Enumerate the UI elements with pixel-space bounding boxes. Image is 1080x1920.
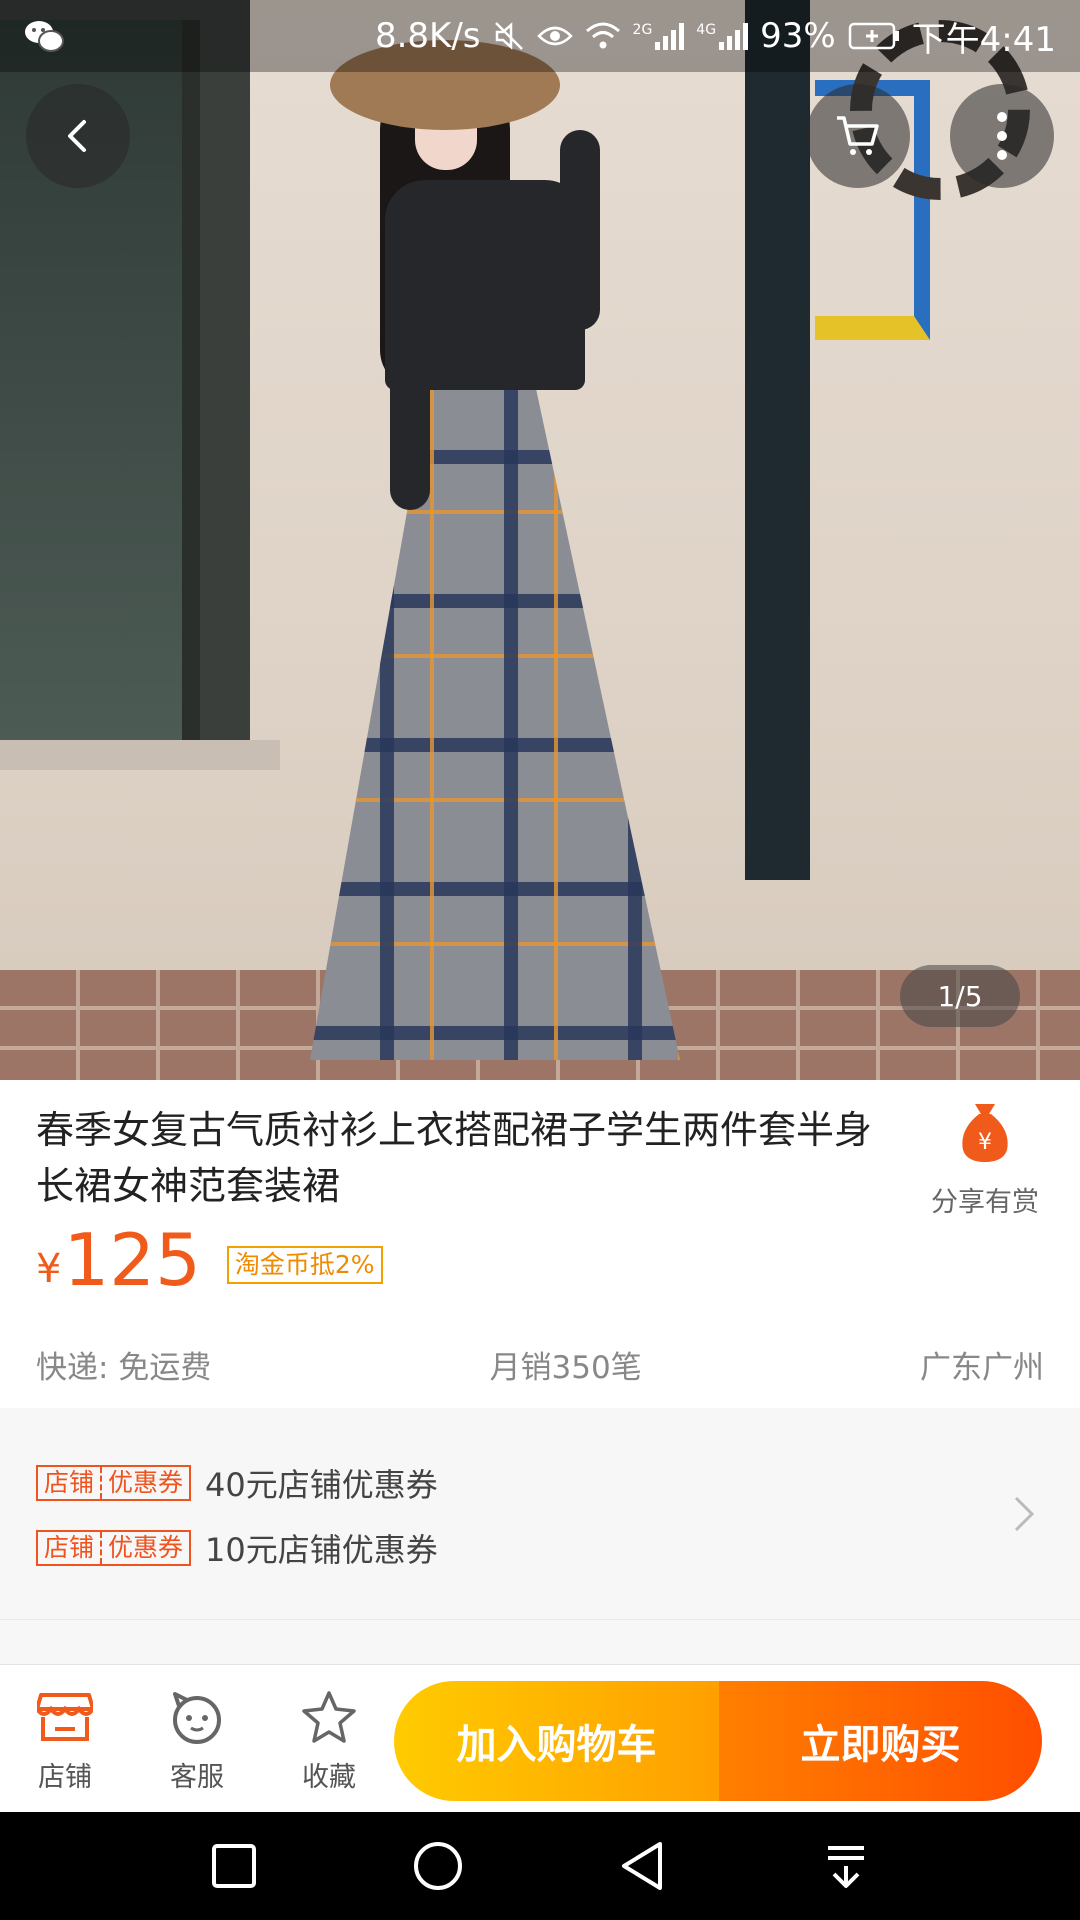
signal-4g-label: 4G: [696, 22, 717, 38]
coupon-section[interactable]: 店铺 优惠券 40元店铺优惠券 店铺 优惠券 10元店铺优惠券: [0, 1408, 1080, 1620]
coupon-text: 10元店铺优惠券: [205, 1531, 438, 1569]
chevron-right-icon[interactable]: [1012, 1494, 1038, 1538]
coupon-item[interactable]: 店铺 优惠券 10元店铺优惠券: [36, 1523, 438, 1573]
system-back-button[interactable]: [612, 1838, 672, 1894]
coupon-tag-type: 优惠券: [100, 1467, 189, 1499]
currency-symbol: ¥: [36, 1246, 62, 1292]
photo-plaid-skirt: [310, 370, 680, 1060]
recents-button[interactable]: [204, 1838, 264, 1894]
favorite-button[interactable]: 收藏: [284, 1687, 374, 1794]
product-detail-page: 8.8K/s 2G 4G 93% 下午4:41 1/5 春季女复古气质衬衫上衣搭…: [0, 0, 1080, 1920]
system-nav-bar: [0, 1812, 1080, 1920]
back-arrow-icon: [68, 120, 86, 152]
shipping-info: 快递: 免运费: [36, 1350, 212, 1386]
add-to-cart-button[interactable]: 加入购物车: [394, 1681, 719, 1801]
more-button[interactable]: [950, 84, 1054, 188]
home-button[interactable]: [408, 1838, 468, 1894]
price-row: ¥ 125 淘金币抵2%: [36, 1220, 383, 1300]
signal-icon: 2G: [633, 22, 685, 50]
taojinbi-tag: 淘金币抵2%: [226, 1246, 383, 1284]
product-title: 春季女复古气质衬衫上衣搭配裙子学生两件套半身长裙女神范套装裙: [36, 1108, 873, 1208]
signal-2g-label: 2G: [632, 22, 653, 38]
meta-row: 快递: 免运费 月销350笔 广东广州: [36, 1342, 1044, 1387]
photo-pillar: [745, 0, 810, 880]
notification-pull-button[interactable]: [816, 1838, 876, 1894]
wechat-icon: [24, 19, 64, 53]
purchase-button-group: 加入购物车 立即购买: [394, 1681, 1042, 1801]
coupon-tag: 店铺 优惠券: [36, 1530, 192, 1566]
photo-model: [290, 30, 690, 1080]
coupon-tag: 店铺 优惠券: [36, 1465, 192, 1501]
photo-blouse: [385, 180, 585, 390]
customer-service-label: 客服: [170, 1762, 224, 1793]
battery-charging-icon: [848, 22, 900, 50]
eye-icon: [536, 22, 573, 50]
favorite-label: 收藏: [302, 1762, 356, 1793]
coupon-item[interactable]: 店铺 优惠券 40元店铺优惠券: [36, 1458, 438, 1508]
home-circle-icon: [414, 1842, 462, 1890]
back-triangle-icon: [622, 1842, 662, 1890]
coupon-tag-shop: 店铺: [44, 1533, 95, 1562]
svg-text:¥: ¥: [978, 1130, 992, 1155]
status-bar: 8.8K/s 2G 4G 93% 下午4:41: [0, 0, 1080, 72]
battery-percent: 93%: [760, 16, 836, 56]
recents-square-icon: [212, 1844, 256, 1888]
share-reward-label: 分享有赏: [931, 1187, 1039, 1218]
store-icon: [20, 1687, 110, 1747]
coupon-text: 40元店铺优惠券: [205, 1466, 438, 1504]
clock: 下午4:41: [911, 19, 1056, 60]
bottom-action-bar: 店铺 客服 收藏 加入购物车 立即购买: [0, 1664, 1080, 1812]
coupon-tag-type: 优惠券: [100, 1532, 189, 1564]
customer-service-button[interactable]: 客服: [152, 1687, 242, 1794]
more-vertical-icon: [997, 112, 1007, 160]
signal-icon: 4G: [696, 22, 749, 50]
share-reward-button[interactable]: ¥ 分享有赏: [915, 1100, 1055, 1219]
pull-down-icon: [828, 1846, 864, 1888]
cart-icon: [837, 116, 879, 155]
coupon-tag-shop: 店铺: [44, 1468, 95, 1497]
customer-service-icon: [152, 1687, 242, 1747]
wifi-icon: [585, 21, 621, 51]
product-image-carousel[interactable]: [0, 0, 1080, 1080]
mute-icon: [493, 20, 525, 52]
store-label: 店铺: [38, 1762, 92, 1793]
buy-now-button[interactable]: 立即购买: [719, 1681, 1042, 1801]
back-button[interactable]: [26, 84, 130, 188]
photo-window-sill: [0, 740, 280, 770]
section-divider: [0, 1620, 1080, 1664]
product-info: 春季女复古气质衬衫上衣搭配裙子学生两件套半身长裙女神范套装裙 ¥ 分享有赏 ¥ …: [0, 1080, 1080, 1408]
net-speed: 8.8K/s: [374, 16, 481, 56]
ship-location: 广东广州: [919, 1350, 1044, 1386]
image-pager: 1/5: [900, 965, 1020, 1027]
star-icon: [284, 1687, 374, 1747]
monthly-sales: 月销350笔: [489, 1350, 642, 1386]
money-bag-icon: ¥: [955, 1100, 1015, 1164]
price-value: 125: [63, 1218, 201, 1302]
cart-button[interactable]: [806, 84, 910, 188]
store-button[interactable]: 店铺: [20, 1687, 110, 1794]
